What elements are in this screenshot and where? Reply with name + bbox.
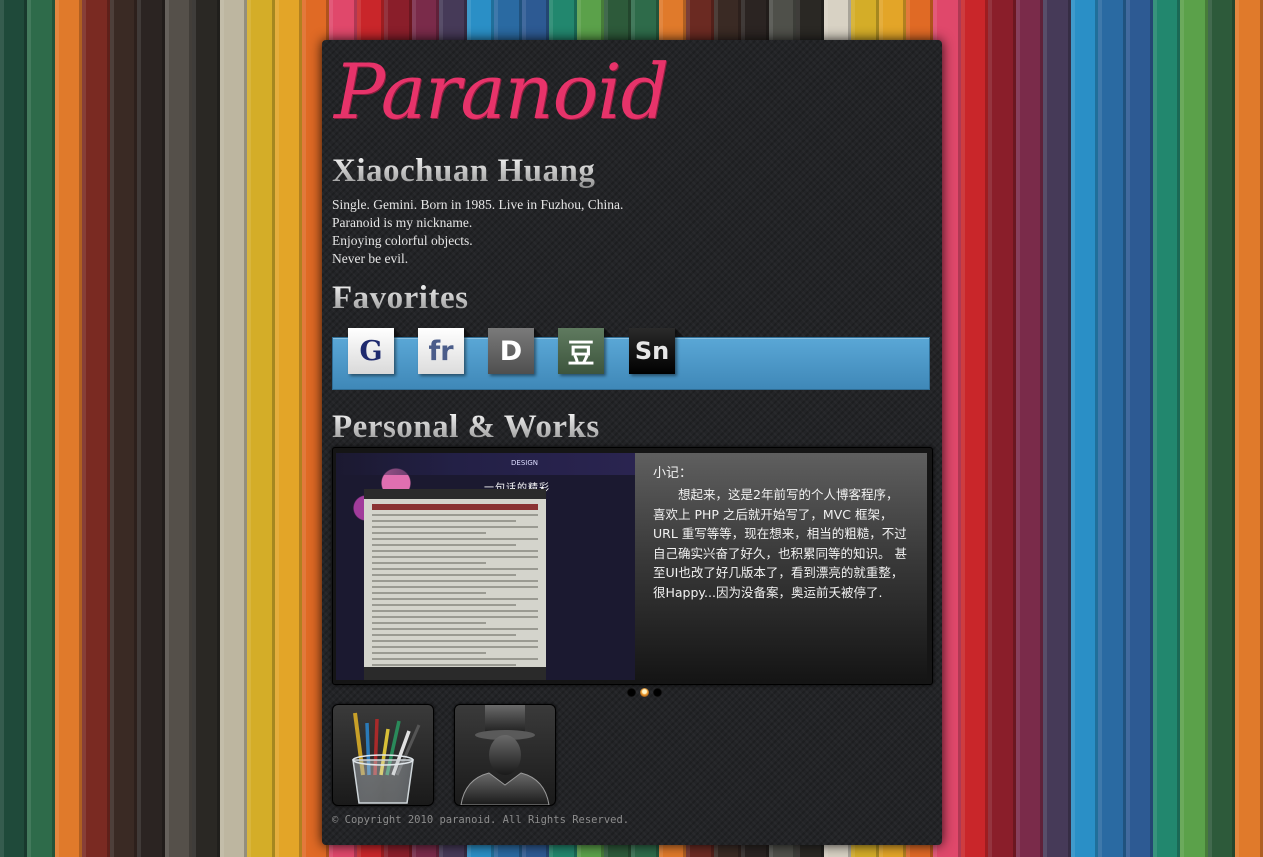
background-stripe (1180, 0, 1209, 857)
delicious-icon[interactable]: D (488, 328, 543, 374)
background-stripe (988, 0, 1017, 857)
background-stripe (54, 0, 83, 857)
work-description: 小记： 想起来，这是2年前写的个人博客程序，喜欢上 PHP 之后就开始写了，MV… (635, 453, 927, 680)
pen-cup-icon[interactable] (332, 704, 434, 806)
name-heading: Xiaochuan Huang (332, 153, 596, 189)
favorites-heading: Favorites (332, 280, 469, 316)
work-note-title: 小记： (653, 466, 693, 481)
logo: Paranoid (334, 47, 669, 136)
work-note-body: 想起来，这是2年前写的个人博客程序，喜欢上 PHP 之后就开始写了，MVC 框架… (653, 487, 907, 600)
bio-line: Single. Gemini. Born in 1985. Live in Fu… (332, 197, 624, 212)
background-stripe (274, 0, 303, 857)
slider-dot[interactable] (627, 688, 636, 697)
snipt-icon[interactable]: Sn (629, 328, 684, 374)
background-stripe (247, 0, 275, 857)
background-stripe (1015, 0, 1044, 857)
background-stripe (1153, 0, 1181, 857)
background-stripe (219, 0, 248, 857)
background-stripe (1098, 0, 1127, 857)
background-stripe (960, 0, 989, 857)
spy-avatar-icon[interactable] (454, 704, 556, 806)
bio: Single. Gemini. Born in 1985. Live in Fu… (332, 196, 623, 268)
bio-line: Never be evil. (332, 251, 409, 266)
screenshot-header (336, 453, 635, 475)
screenshot-footer (364, 667, 546, 680)
background-stripe (1207, 0, 1236, 857)
works-heading: Personal & Works (332, 409, 600, 445)
background-stripe (109, 0, 138, 857)
background-stripe (1235, 0, 1263, 857)
bio-line: Paranoid is my nickname. (332, 215, 473, 230)
background-stripe (137, 0, 166, 857)
flickr-icon[interactable]: fr (418, 328, 473, 374)
google-icon[interactable]: G (348, 328, 403, 374)
background-stripe (164, 0, 193, 857)
background-stripe (27, 0, 56, 857)
copyright: © Copyright 2010 paranoid. All Rights Re… (332, 814, 630, 826)
work-screenshot[interactable]: DESIGN 一句话的精彩 (336, 453, 635, 680)
douban-icon[interactable]: 豆 (558, 328, 613, 374)
main-panel: Paranoid Xiaochuan Huang Single. Gemini.… (322, 40, 942, 845)
slider-dot[interactable] (640, 688, 649, 697)
slider-dots (627, 688, 662, 697)
background-stripe (1125, 0, 1154, 857)
background-stripe (82, 0, 111, 857)
bio-line: Enjoying colorful objects. (332, 233, 473, 248)
background-stripe (1070, 0, 1099, 857)
screenshot-page-content (364, 489, 546, 680)
background-stripe (192, 0, 221, 857)
works-slider: DESIGN 一句话的精彩 小记： 想起来，这是2年前写的个人博客程序，喜欢上 … (332, 447, 933, 685)
background-stripe (0, 0, 28, 857)
slider-dot[interactable] (653, 688, 662, 697)
background-stripe (1043, 0, 1072, 857)
screenshot-design-label: DESIGN (511, 459, 538, 467)
